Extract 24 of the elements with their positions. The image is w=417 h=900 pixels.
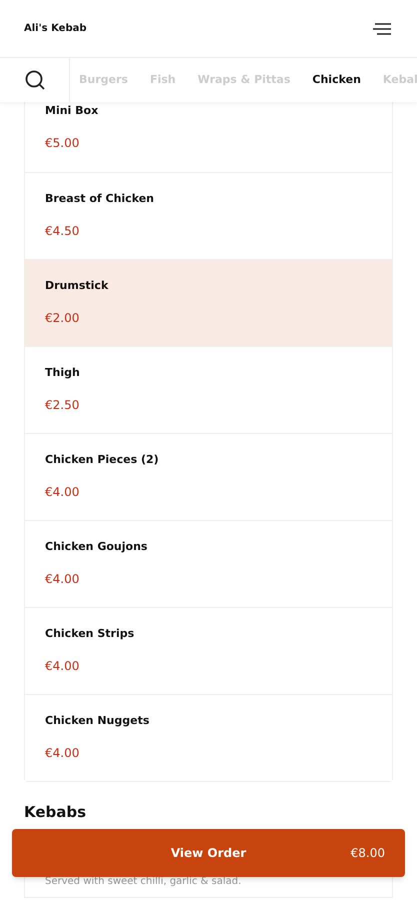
menu-item[interactable]: Chicken Nuggets €4.00: [25, 694, 392, 781]
search-icon: [24, 69, 46, 91]
item-price: €4.00: [45, 484, 80, 500]
item-name: Thigh: [45, 365, 81, 381]
item-price: €4.50: [45, 222, 80, 240]
item-price: €4.00: [45, 744, 80, 762]
restaurant-name: Ali's Kebab: [24, 22, 87, 36]
view-order-button[interactable]: View Order €8.00: [12, 829, 405, 877]
menu-item[interactable]: Drumstick €2.00: [25, 259, 392, 346]
item-price: €2.50: [45, 396, 80, 414]
item-price: €2.00: [45, 310, 80, 326]
item-name: Chicken Nuggets: [45, 713, 150, 729]
item-price: €5.00: [45, 134, 80, 152]
item-name: Chicken Goujons: [45, 539, 148, 555]
item-price: €4.00: [45, 570, 80, 588]
item-name: Drumstick: [45, 278, 110, 294]
category-tab[interactable]: Chicken: [312, 72, 361, 88]
item-name: Chicken Pieces (2): [45, 452, 160, 468]
item-name: Mini Box: [45, 103, 100, 119]
section-title: Kebabs: [24, 803, 86, 821]
item-name: Breast of Chicken: [45, 191, 156, 207]
item-price: €4.00: [45, 658, 80, 674]
item-name: Chicken Strips: [45, 626, 136, 642]
menu-icon: [373, 22, 391, 34]
